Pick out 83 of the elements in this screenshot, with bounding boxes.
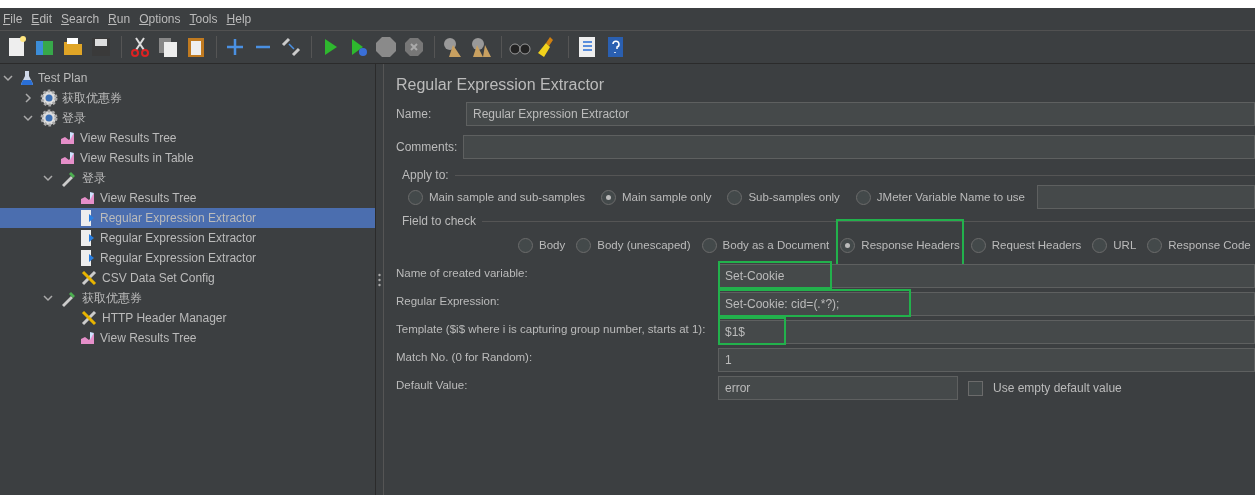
radio-button[interactable]	[1147, 237, 1163, 253]
chart-icon	[80, 331, 96, 345]
tree-item[interactable]: 获取优惠券	[0, 88, 375, 108]
field-label: Default Value:	[396, 378, 469, 391]
input-field[interactable]: Set-Cookie: cid=(.*?);	[718, 292, 1255, 316]
document-arrow-icon	[80, 209, 96, 227]
chevron-down-icon[interactable]	[42, 172, 54, 184]
radio-button[interactable]	[840, 237, 856, 253]
radio-button[interactable]	[1092, 237, 1108, 253]
variable-name-field[interactable]	[1036, 185, 1255, 209]
menu-item[interactable]: Search	[61, 12, 100, 26]
chevron-down-icon[interactable]	[22, 112, 34, 124]
field-label: Comments:	[396, 140, 458, 154]
tools-icon	[80, 269, 98, 287]
tree-item[interactable]: Test Plan	[0, 68, 375, 88]
input-field[interactable]: 1	[718, 348, 1255, 372]
tree-item[interactable]: View Results Tree	[0, 188, 375, 208]
checkbox[interactable]	[968, 380, 983, 396]
group-legend: Apply to:	[402, 168, 449, 182]
chart-icon	[60, 151, 76, 165]
menu-item[interactable]: Edit	[31, 12, 53, 26]
name-field[interactable]: Regular Expression Extractor	[466, 102, 1255, 126]
splitter-handle-icon[interactable]	[378, 272, 381, 287]
radio-label[interactable]: Response Code	[1168, 239, 1251, 251]
tree-item[interactable]: View Results Tree	[0, 328, 375, 348]
radio-label[interactable]: Body	[539, 239, 566, 251]
field-label: Template ($i$ where i is capturing group number, starts at 1):	[396, 322, 707, 335]
flask-icon	[20, 70, 34, 86]
field-label: Name of created variable:	[396, 266, 529, 279]
menu-item[interactable]: Tools	[189, 12, 218, 26]
radio-label[interactable]: Sub-samples only	[748, 191, 840, 203]
chart-icon	[60, 131, 76, 145]
stop-icon[interactable]	[373, 35, 398, 59]
gear-icon	[40, 109, 58, 127]
radio-button[interactable]	[408, 189, 423, 205]
radio-button[interactable]	[600, 189, 616, 205]
document-arrow-icon	[80, 229, 96, 247]
input-field[interactable]: Set-Cookie	[718, 264, 1255, 288]
chevron-down-icon[interactable]	[2, 72, 14, 84]
gear-icon	[40, 89, 58, 107]
radio-button[interactable]	[727, 189, 743, 205]
radio-label[interactable]: Body as a Document	[722, 239, 830, 251]
field-label: Regular Expression:	[396, 294, 501, 307]
radio-button[interactable]	[701, 237, 717, 253]
radio-label[interactable]: Request Headers	[991, 239, 1082, 251]
radio-button[interactable]	[970, 237, 986, 253]
checkbox-label: Use empty default value	[993, 381, 1122, 395]
chevron-right-icon[interactable]	[22, 92, 34, 104]
field-label: Match No. (0 for Random):	[396, 350, 534, 363]
tree-item[interactable]: 获取优惠券	[0, 288, 375, 308]
tree-item[interactable]: View Results in Table	[0, 148, 375, 168]
radio-label[interactable]: Main sample and sub-samples	[429, 191, 585, 203]
chart-icon	[80, 191, 96, 205]
menu-item[interactable]: Run	[108, 12, 131, 26]
panel-title: Regular Expression Extractor	[396, 76, 606, 94]
menu-item[interactable]: File	[3, 12, 23, 26]
field-label: Name:	[396, 107, 433, 121]
radio-button[interactable]	[576, 237, 592, 253]
tree-item[interactable]: CSV Data Set Config	[0, 268, 375, 288]
radio-button[interactable]	[518, 237, 533, 253]
input-field[interactable]: error	[718, 376, 958, 400]
tools-icon	[80, 309, 98, 327]
radio-label[interactable]: URL	[1113, 239, 1137, 251]
radio-label[interactable]: JMeter Variable Name to use	[876, 191, 1025, 203]
document-arrow-icon	[80, 249, 96, 267]
pipette-icon	[60, 289, 78, 307]
chevron-down-icon[interactable]	[42, 292, 54, 304]
radio-label[interactable]: Body (unescaped)	[597, 239, 691, 251]
tree-item[interactable]: HTTP Header Manager	[0, 308, 375, 328]
group-legend: Field to check	[402, 214, 477, 228]
menu-item[interactable]: Options	[139, 12, 181, 26]
menu-item[interactable]: Help	[226, 12, 252, 26]
tree-item[interactable]: 登录	[0, 108, 375, 128]
pipette-icon	[60, 169, 78, 187]
tree-item[interactable]: 登录	[0, 168, 375, 188]
tree-item[interactable]: Regular Expression Extractor	[0, 228, 375, 248]
input-field[interactable]: $1$	[718, 320, 1255, 344]
radio-label[interactable]: Response Headers	[861, 239, 960, 251]
radio-label[interactable]: Main sample only	[621, 191, 712, 203]
comments-field[interactable]	[463, 135, 1255, 159]
tree-item[interactable]: View Results Tree	[0, 128, 375, 148]
tree-item[interactable]: Regular Expression Extractor	[0, 248, 375, 268]
radio-button[interactable]	[855, 189, 871, 205]
